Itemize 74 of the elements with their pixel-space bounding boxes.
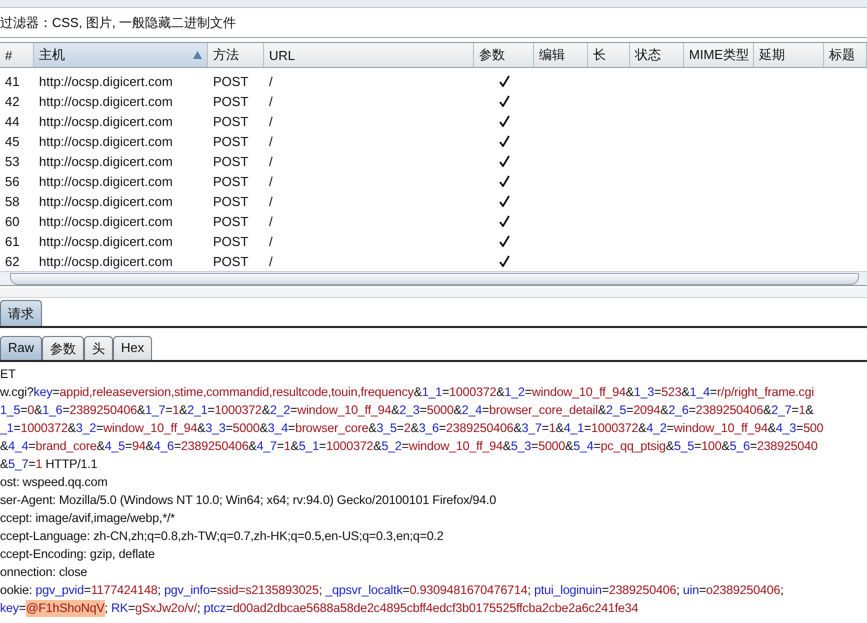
table-cell-text: POST <box>212 154 250 168</box>
column-header[interactable]: 参数 <box>474 43 534 67</box>
table-cell-text: 45 <box>4 134 20 148</box>
table-cell-text: http://ocsp.digicert.com <box>38 214 174 228</box>
request-line: ccept: image/avif,image/webp,*/* <box>0 510 176 527</box>
sort-ascending-icon <box>193 51 202 59</box>
request-line: ccept-Encoding: gzip, deflate <box>0 546 156 563</box>
column-header[interactable]: 延期 <box>754 43 824 67</box>
request-line: ost: wspeed.qq.com <box>0 474 108 491</box>
table-cell-text: 62 <box>4 254 20 268</box>
table-cell-text: http://ocsp.digicert.com <box>38 74 174 88</box>
table-cell-text: http://ocsp.digicert.com <box>38 234 174 248</box>
table-cell-text: http://ocsp.digicert.com <box>38 254 174 268</box>
request-line: ookie: pgv_pvid=1177424148; pgv_info=ssid=s2135893025; _qpsvr_localtk=0.9309481670476714; ptui_loginuin=2389250406; uin=o2389250406; <box>0 582 784 599</box>
column-header[interactable]: 编辑 <box>534 43 588 67</box>
table-cell-text: POST <box>212 174 250 188</box>
tab[interactable]: 参数 <box>42 336 84 360</box>
table-cell-text: POST <box>212 94 250 108</box>
request-line: 1_5=0&1_6=2389250406&1_7=1&2_1=1000372&2_2=window_10_ff_94&2_3=5000&2_4=browser_core_detail&2_5=2094&2_6=2389250406&2_7=1& <box>0 402 814 419</box>
request-line: ccept-Language: zh-CN,zh;q=0.8,zh-TW;q=0.7,zh-HK;q=0.5,en-US;q=0.3,en;q=0.2 <box>0 528 444 545</box>
request-line: key=@F1hShoNqV; RK=gSxJw2o/v/; ptcz=d00ad2dbcae5688a58de2c4895cbff4edcf3b0175525ffcba2cbe2a6c241fe34 <box>0 599 640 617</box>
table-cell-text: / <box>268 94 274 108</box>
table-cell-text: POST <box>212 194 250 208</box>
scrollbar-thumb[interactable] <box>10 273 859 285</box>
request-line: ser-Agent: Mozilla/5.0 (Windows NT 10.0; Win64; x64; rv:94.0) Gecko/20100101 Firefox/94.0 <box>0 492 498 509</box>
table-cell-text: POST <box>212 74 250 88</box>
table-cell-text: http://ocsp.digicert.com <box>38 174 174 188</box>
table-cell-text: POST <box>212 234 250 248</box>
table-cell-text: 42 <box>4 94 20 108</box>
request-line: ET <box>0 366 17 383</box>
tab[interactable]: 头 <box>84 336 114 360</box>
table-cell-text: 41 <box>4 74 20 88</box>
table-cell-text: 61 <box>4 234 20 248</box>
table-cell-text: http://ocsp.digicert.com <box>38 194 174 208</box>
table-cell-text: http://ocsp.digicert.com <box>38 114 174 128</box>
request-line: &5_7=1 HTTP/1.1 <box>0 456 98 473</box>
table-cell-text: / <box>268 214 274 228</box>
table-cell-text: / <box>268 174 274 188</box>
column-header[interactable]: 长 <box>588 43 630 67</box>
table-cell-text: 58 <box>4 194 20 208</box>
request-line: onnection: close <box>0 564 88 581</box>
tab[interactable]: Hex <box>113 336 152 360</box>
request-line: &4_4=brand_core&4_5=94&4_6=2389250406&4_7=1&5_1=1000372&5_2=window_10_ff_94&5_3=5000&5_4=pc_qq_ptsig&5_5=100&5_6=238925040 <box>0 438 819 455</box>
table-cell-text: 60 <box>4 214 20 228</box>
filter-text: 过滤器：CSS, 图片, 一般隐藏二进制文件 <box>0 14 236 32</box>
table-cell-text: / <box>268 114 274 128</box>
table-cell-text: / <box>268 154 274 168</box>
table-cell-text: / <box>268 234 274 248</box>
column-header[interactable]: 标题 <box>824 43 867 67</box>
table-cell-text: http://ocsp.digicert.com <box>38 94 174 108</box>
column-header[interactable]: 方法 <box>208 43 264 67</box>
column-header[interactable]: MIME类型 <box>684 43 754 67</box>
table-cell-text: 44 <box>4 114 20 128</box>
table-cell-text: POST <box>212 114 250 128</box>
column-header[interactable]: 主机 <box>34 43 208 67</box>
table-cell-text: POST <box>212 214 250 228</box>
horizontal-scrollbar[interactable] <box>0 271 867 286</box>
table-cell-text: 53 <box>4 154 20 168</box>
table-cell-text: / <box>268 134 274 148</box>
column-header[interactable]: 状态 <box>630 43 684 67</box>
splitter-handle[interactable] <box>0 288 867 298</box>
request-line: w.cgi?key=appid,releaseversion,stime,commandid,resultcode,touin,frequency&1_1=1000372&1_2=window_10_ff_94&1_3=523&1_4=r/p/right_frame.cgi <box>0 384 815 401</box>
tab[interactable]: 请求 <box>0 300 42 326</box>
table-cell-text: / <box>268 74 274 88</box>
table-cell-text: / <box>268 254 274 268</box>
table-cell-text: http://ocsp.digicert.com <box>38 154 174 168</box>
table-cell-text: POST <box>212 254 250 268</box>
request-line: _1=1000372&3_2=window_10_ff_94&3_3=5000&3_4=browser_core&3_5=2&3_6=2389250406&3_7=1&4_1=1000372&4_2=window_10_ff_94&4_3=500 <box>0 420 824 437</box>
table-cell-text: 56 <box>4 174 20 188</box>
table-cell-text: POST <box>212 134 250 148</box>
column-header[interactable]: URL <box>264 43 474 67</box>
table-cell-text: http://ocsp.digicert.com <box>38 134 174 148</box>
tab[interactable]: Raw <box>0 336 42 360</box>
table-cell-text: / <box>268 194 274 208</box>
